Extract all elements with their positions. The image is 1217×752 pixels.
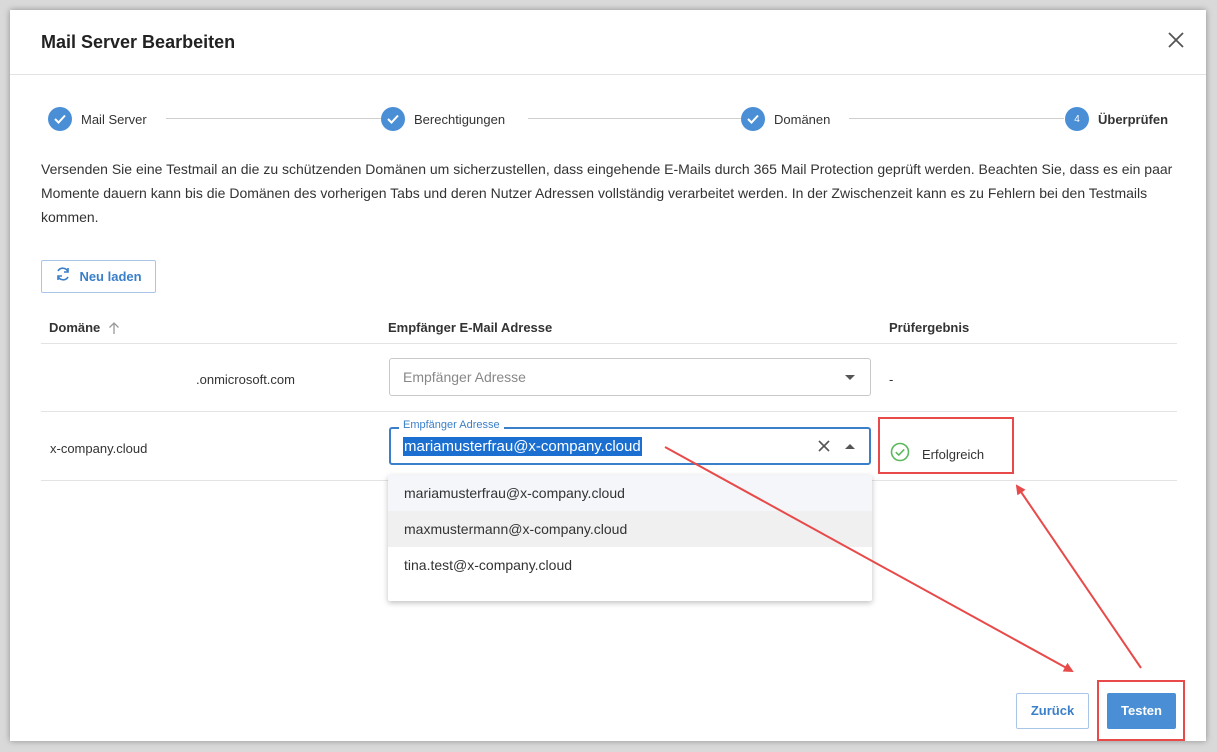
dropdown-option[interactable]: maxmustermann@x-company.cloud <box>388 511 872 547</box>
step-label: Überprüfen <box>1098 111 1169 127</box>
close-icon[interactable] <box>1164 28 1188 52</box>
chevron-up-icon[interactable] <box>845 443 855 449</box>
column-header-label: Domäne <box>49 320 101 335</box>
recipient-select[interactable]: Empfänger Adresse <box>389 358 871 396</box>
domain-cell: x-company.cloud <box>50 441 148 456</box>
description-text: Versenden Sie eine Testmail an die zu sc… <box>41 161 1173 225</box>
step-label: Domänen <box>774 111 831 127</box>
dialog-title: Mail Server Bearbeiten <box>41 32 236 52</box>
dropdown-option[interactable]: mariamusterfrau@x-company.cloud <box>388 475 872 511</box>
clear-icon[interactable] <box>817 439 831 453</box>
check-icon <box>48 107 72 131</box>
dialog-header: Mail Server Bearbeiten <box>10 10 1206 75</box>
row-divider <box>41 411 1177 412</box>
step-connector <box>849 118 1064 119</box>
recipient-floating-label: Empfänger Adresse <box>399 419 504 431</box>
chevron-down-icon <box>845 374 855 380</box>
step-review[interactable]: 4 Überprüfen <box>1065 106 1168 132</box>
step-mail-server[interactable]: Mail Server <box>48 106 147 132</box>
edit-mail-server-dialog: Mail Server Bearbeiten Mail Server Berec… <box>10 10 1206 741</box>
reload-button[interactable]: Neu laden <box>41 260 156 293</box>
result-cell: - <box>889 372 894 387</box>
step-connector <box>528 118 743 119</box>
recipient-input-value[interactable]: mariamusterfrau@x-company.cloud <box>403 436 642 456</box>
check-icon <box>381 107 405 131</box>
step-connector <box>166 118 382 119</box>
check-icon <box>741 107 765 131</box>
row-divider <box>41 343 1177 344</box>
recipient-dropdown-list: mariamusterfrau@x-company.cloud maxmuste… <box>388 475 872 601</box>
reload-label: Neu laden <box>79 269 142 284</box>
step-number: 4 <box>1065 107 1089 131</box>
column-header-domain[interactable]: Domäne <box>49 313 120 343</box>
step-permissions[interactable]: Berechtigungen <box>381 106 505 132</box>
refresh-icon <box>55 266 71 287</box>
wizard-stepper: Mail Server Berechtigungen Domänen 4 Übe… <box>48 106 1170 132</box>
column-header-result: Prüfergebnis <box>889 320 970 335</box>
annotation-highlight-test-button <box>1097 680 1185 741</box>
annotation-highlight-result <box>878 417 1014 474</box>
column-header-recipient: Empfänger E-Mail Adresse <box>388 320 553 335</box>
recipient-placeholder: Empfänger Adresse <box>403 369 526 385</box>
domain-cell: .onmicrosoft.com <box>196 372 295 387</box>
step-domains[interactable]: Domänen <box>741 106 830 132</box>
sort-arrow-up-icon <box>108 321 120 335</box>
back-button[interactable]: Zurück <box>1016 693 1089 729</box>
dropdown-option[interactable]: tina.test@x-company.cloud <box>388 547 872 583</box>
recipient-select-active[interactable]: mariamusterfrau@x-company.cloud <box>389 427 871 465</box>
step-label: Berechtigungen <box>414 111 506 127</box>
step-label: Mail Server <box>81 111 147 127</box>
